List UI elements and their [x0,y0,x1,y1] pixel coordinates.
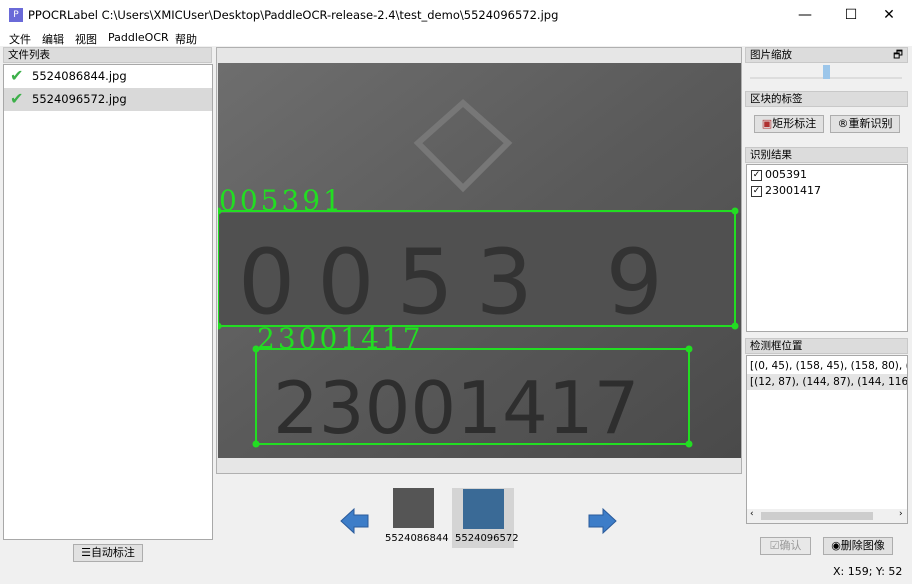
menu-view[interactable]: 视图 [75,31,97,47]
scroll-left-icon[interactable]: ‹ [750,509,754,519]
box-vertex-handle[interactable] [252,440,260,448]
box-label: 23001417 [257,322,424,355]
file-list[interactable]: ✔ 5524086844.jpg ✔ 5524096572.jpg [3,64,213,540]
position-item[interactable]: [(0, 45), (158, 45), (158, 80), (0, 80)] [747,358,907,374]
thumbnail-image[interactable] [463,489,504,529]
maximize-button[interactable]: ☐ [836,4,866,26]
thumbnail-label: 5524086844 [385,533,449,544]
rect-icon: ▣ [761,117,773,130]
box-vertex-handle[interactable] [685,440,693,448]
file-list-header: 文件列表 [3,47,212,63]
float-icon[interactable]: 🗗 [893,48,903,62]
menu-file[interactable]: 文件 [9,31,31,47]
confirm-icon: ☑ [769,539,780,552]
file-name: 5524086844.jpg [32,69,127,83]
menu-help[interactable]: 帮助 [175,31,197,47]
file-name: 5524096572.jpg [32,92,127,106]
check-icon: ✔ [10,89,24,108]
zoom-header: 图片缩放 🗗 [745,47,908,63]
result-text: 23001417 [765,184,821,197]
thumbnail-label: 5524096572 [455,533,519,544]
block-label-header: 区块的标签 [745,91,908,107]
horizontal-scrollbar[interactable]: ‹ › [747,509,907,523]
image-canvas[interactable]: 0053 9 23001417 005391 23001417 [218,63,741,458]
checkbox[interactable]: ✓ [751,170,762,181]
result-item[interactable]: ✓ 23001417 [747,183,907,199]
canvas-scroll-area [218,458,741,473]
file-item[interactable]: ✔ 5524086844.jpg [4,65,212,88]
auto-label-button[interactable]: ☰自动标注 [73,544,143,562]
results-list[interactable]: ✓ 005391 ✓ 23001417 [746,164,908,332]
zoom-slider-handle[interactable] [822,65,830,79]
positions-list[interactable]: [(0, 45), (158, 45), (158, 80), (0, 80)]… [746,355,908,524]
confirm-button[interactable]: ☑确认 [760,537,811,555]
zoom-title: 图片缩放 [750,49,792,61]
window-title: PPOCRLabel C:\Users\XMICUser\Desktop\Pad… [28,8,559,22]
scrollbar-thumb[interactable] [761,512,873,520]
result-item[interactable]: ✓ 005391 [747,167,907,183]
checkbox[interactable]: ✓ [751,186,762,197]
box-label: 005391 [219,184,344,217]
app-icon: P [9,8,23,22]
box-vertex-handle[interactable] [731,322,739,330]
photo-digits-1: 0053 9 [238,230,685,335]
thumbnail-image[interactable] [393,488,434,528]
position-item[interactable]: [(12, 87), (144, 87), (144, 116), (12, 1… [747,374,907,390]
photo-digits-2: 23001417 [273,366,639,450]
refresh-icon: ® [837,117,849,130]
file-item[interactable]: ✔ 5524096572.jpg [4,88,212,111]
menu-edit[interactable]: 编辑 [42,31,64,47]
menu-paddleocr[interactable]: PaddleOCR [108,31,169,44]
re-recognize-button[interactable]: ®重新识别 [830,115,900,133]
delete-icon: ◉ [831,539,841,552]
auto-label-icon: ☰ [81,546,91,559]
box-vertex-handle[interactable] [685,345,693,353]
positions-header: 检测框位置 [745,338,908,354]
close-button[interactable]: ✕ [874,4,904,26]
delete-image-button[interactable]: ◉删除图像 [823,537,893,555]
status-coords: X: 159; Y: 52 [833,565,903,578]
box-vertex-handle[interactable] [731,207,739,215]
check-icon: ✔ [10,66,24,85]
result-text: 005391 [765,168,807,181]
results-header: 识别结果 [745,147,908,163]
scroll-right-icon[interactable]: › [899,509,903,519]
prev-image-button[interactable] [340,506,370,536]
minimize-button[interactable]: — [790,4,820,26]
next-image-button[interactable] [587,506,617,536]
rect-label-button[interactable]: ▣矩形标注 [754,115,824,133]
